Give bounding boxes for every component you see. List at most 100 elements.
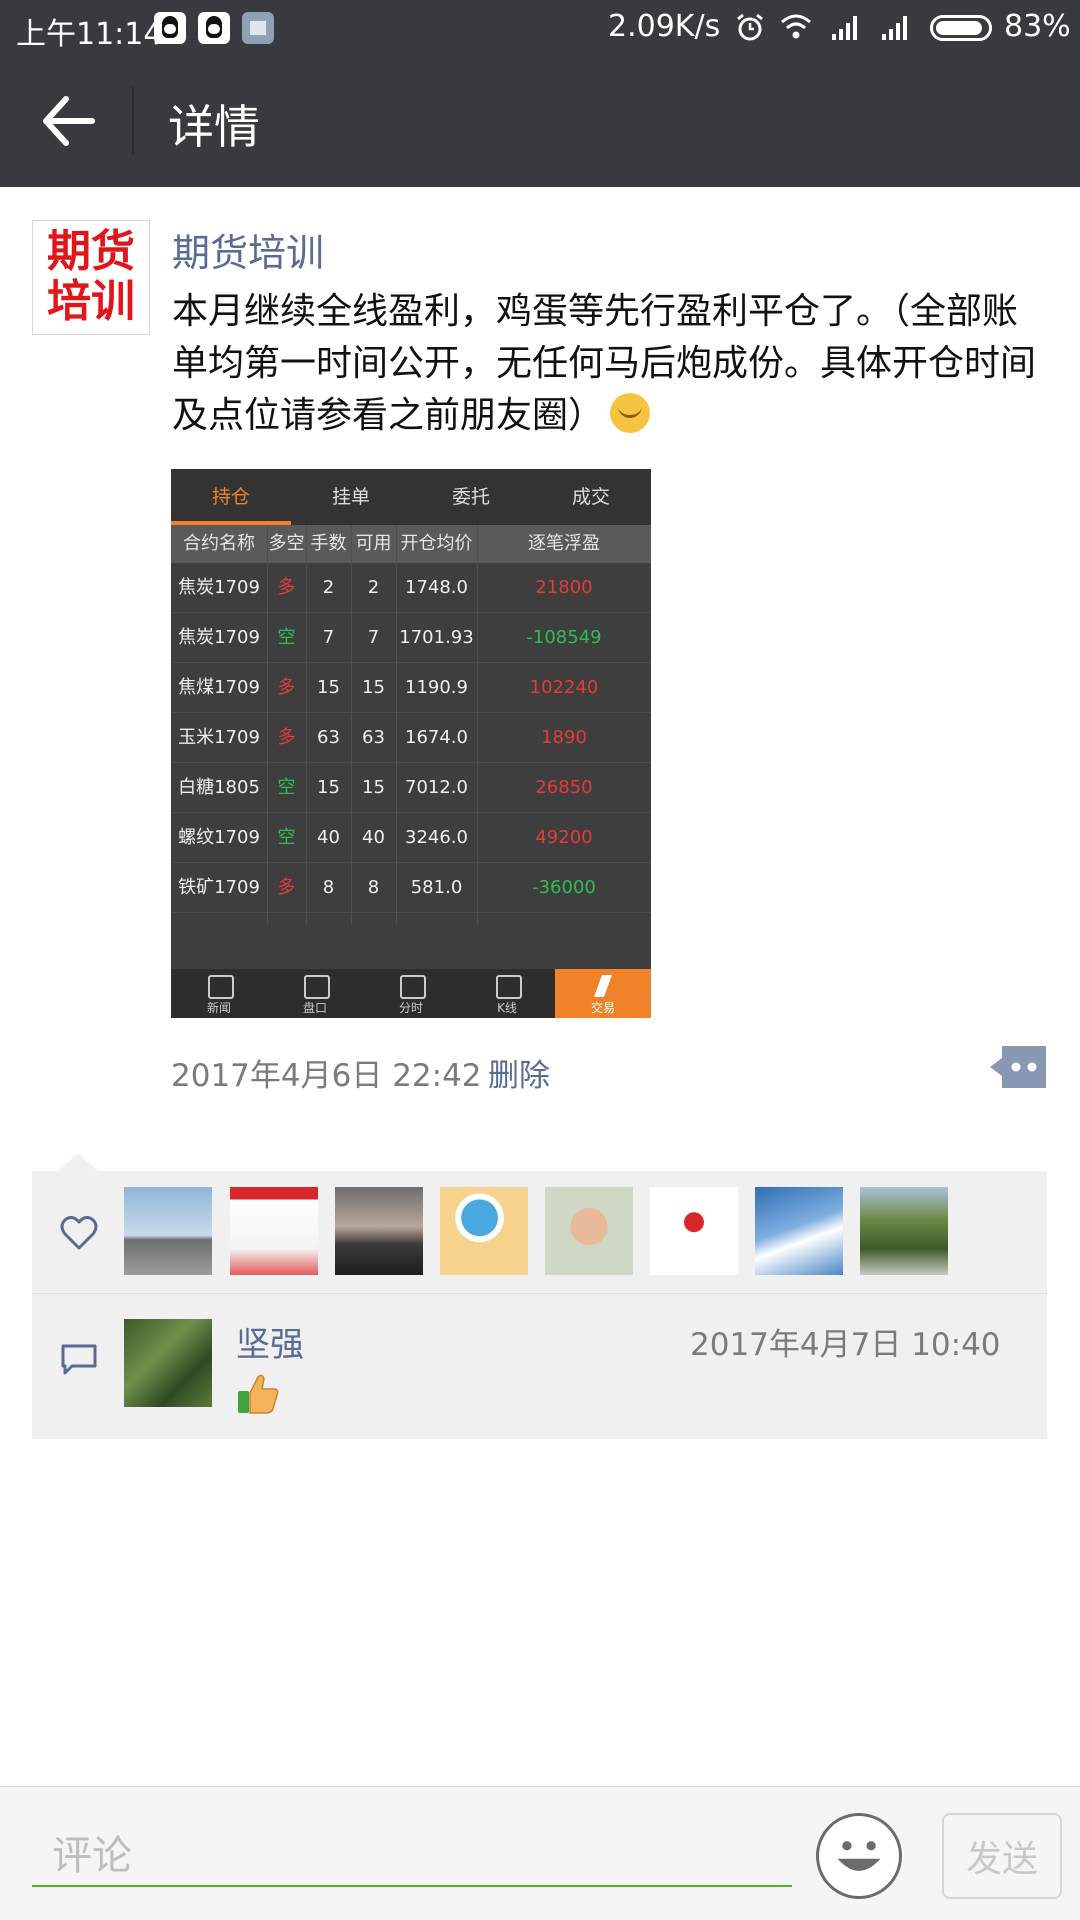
commenter-avatar[interactable] — [124, 1319, 212, 1407]
image-tab-bar: 持仓 挂单 委托 成交 — [171, 469, 651, 525]
like-avatar[interactable] — [755, 1187, 843, 1275]
image-nav-item: 分时 — [363, 969, 459, 1018]
image-table-cell: 空 — [277, 627, 296, 648]
image-table-row: 玉米1709 多 63 63 1674.0 1890 — [171, 713, 651, 763]
author-avatar[interactable]: 期货 培训 — [32, 220, 150, 335]
image-table-cell: 7 — [322, 627, 335, 648]
image-table-cell: 15 — [317, 777, 340, 798]
image-table-cell: 15 — [362, 777, 385, 798]
signal-icon — [882, 16, 907, 40]
comment-bubble-icon — [61, 1344, 97, 1375]
image-table-header: 合约名称 多空 手数 可用 开仓均价 逐笔浮盈 — [171, 525, 651, 563]
avatar-logo-text: 期货 — [47, 226, 135, 277]
like-avatar[interactable] — [545, 1187, 633, 1275]
qq-notification-icon — [198, 12, 230, 44]
more-actions-icon[interactable] — [990, 1046, 1046, 1088]
comment-input-bar: 发送 — [0, 1786, 1080, 1920]
image-tab: 委托 — [451, 486, 490, 508]
image-tab: 成交 — [571, 486, 610, 508]
battery-icon — [930, 15, 992, 41]
image-table-cell: 1748.0 — [405, 577, 468, 598]
image-table-cell: 15 — [362, 677, 385, 698]
image-table-cell: 焦炭1709 — [178, 627, 260, 648]
status-bar: 上午11:14 2.09K/s 83% — [0, 0, 1080, 55]
image-table-cell: 7 — [367, 627, 380, 648]
like-avatar[interactable] — [650, 1187, 738, 1275]
image-table-cell: 15 — [317, 677, 340, 698]
page-title: 详情 — [168, 100, 260, 154]
image-table-cell: 40 — [362, 827, 385, 848]
smile-emoji-icon — [610, 393, 651, 433]
image-table-cell: 49200 — [535, 827, 593, 848]
image-table-cell: 26850 — [535, 777, 593, 798]
delete-link[interactable]: 删除 — [488, 1050, 550, 1095]
image-table-cell: 空 — [277, 777, 296, 798]
post-timestamp: 2017年4月6日 22:42 — [171, 1058, 482, 1094]
image-table-cell: 3246.0 — [405, 827, 468, 848]
like-avatar[interactable] — [335, 1187, 423, 1275]
image-nav-item: K线 — [459, 969, 555, 1018]
image-nav-item: 新闻 — [171, 969, 267, 1018]
image-table-cell: 581.0 — [410, 877, 463, 898]
image-bottom-nav: 新闻 盘口 分时 K线 交易 — [171, 969, 651, 1018]
nav-header: 详情 — [0, 55, 1080, 187]
image-table-cell: 8 — [367, 877, 380, 898]
image-table-cell: 1674.0 — [405, 727, 468, 748]
image-table-row: 铁矿1709 多 8 8 581.0 -36000 — [171, 863, 651, 913]
image-tab: 持仓 — [171, 469, 291, 525]
feedback-panel: 坚强 2017年4月7日 10:40 — [32, 1153, 1047, 1439]
image-table-cell: 多 — [277, 727, 296, 748]
image-table-cell: 2 — [367, 577, 380, 598]
image-table-cell: 1701.93 — [399, 627, 474, 648]
image-table-cell: 焦煤1709 — [178, 677, 260, 698]
like-avatar[interactable] — [124, 1187, 212, 1275]
post-image[interactable]: 持仓 挂单 委托 成交 合约名称 多空 手数 可用 开仓均价 逐笔浮盈 焦炭1709 多 2 2 174… — [171, 469, 651, 1018]
alarm-icon — [737, 13, 763, 41]
post-body: 本月继续全线盈利，鸡蛋等先行盈利平仓了。（全部账单均第一时间公开，无任何马后炮成… — [172, 291, 1037, 436]
image-table-cell: 63 — [362, 727, 385, 748]
image-table-cell: 63 — [317, 727, 340, 748]
message-notification-icon — [242, 12, 274, 44]
post-text: 本月继续全线盈利，鸡蛋等先行盈利平仓了。（全部账单均第一时间公开，无任何马后炮成… — [172, 286, 1052, 442]
image-table-row: 焦煤1709 多 15 15 1190.9 102240 — [171, 663, 651, 713]
wifi-icon — [781, 14, 811, 39]
image-table-row: 螺纹1709 空 40 40 3246.0 49200 — [171, 813, 651, 863]
image-table-cell: 1190.9 — [405, 677, 468, 698]
thumbs-up-icon — [238, 1374, 279, 1414]
battery-percent: 83% — [1004, 9, 1071, 44]
arrow-left-icon[interactable] — [38, 93, 98, 149]
comment-input[interactable] — [32, 1827, 792, 1887]
image-table-row: 焦炭1709 空 7 7 1701.93 -108549 — [171, 613, 651, 663]
image-table-cell: 8 — [322, 877, 335, 898]
image-column-header: 合约名称 — [183, 533, 255, 554]
image-table-cell: 1890 — [541, 727, 587, 748]
image-table-cell: 多 — [277, 677, 296, 698]
avatar-logo-text: 培训 — [47, 276, 135, 327]
image-table-cell: 40 — [317, 827, 340, 848]
like-avatar[interactable] — [230, 1187, 318, 1275]
image-table-cell: -108549 — [526, 627, 602, 648]
image-nav-item: 交易 — [555, 969, 651, 1018]
image-table-cell: 玉米1709 — [178, 727, 260, 748]
image-table-cell: 102240 — [529, 677, 599, 698]
commenter-name[interactable]: 坚强 — [236, 1317, 304, 1366]
image-tab: 挂单 — [331, 486, 370, 508]
header-divider — [132, 87, 134, 155]
comment-timestamp: 2017年4月7日 10:40 — [690, 1327, 1001, 1363]
image-table-cell: -36000 — [532, 877, 596, 898]
image-table-cell: 多 — [277, 577, 296, 598]
image-table-cell: 2 — [322, 577, 335, 598]
image-column-header: 逐笔浮盈 — [528, 533, 600, 554]
status-time: 上午11:14 — [16, 17, 163, 52]
send-button[interactable]: 发送 — [942, 1813, 1062, 1899]
image-column-header: 多空 — [268, 533, 305, 554]
image-column-header: 开仓均价 — [400, 533, 473, 554]
author-name[interactable]: 期货培训 — [172, 222, 324, 277]
feedback-divider — [32, 1293, 1047, 1294]
image-table-row: 焦炭1709 多 2 2 1748.0 21800 — [171, 563, 651, 613]
image-table-cell: 7012.0 — [405, 777, 468, 798]
like-avatar[interactable] — [860, 1187, 948, 1275]
like-avatar[interactable] — [440, 1187, 528, 1275]
image-table-cell: 21800 — [535, 577, 593, 598]
smiley-face-icon[interactable] — [816, 1813, 902, 1899]
